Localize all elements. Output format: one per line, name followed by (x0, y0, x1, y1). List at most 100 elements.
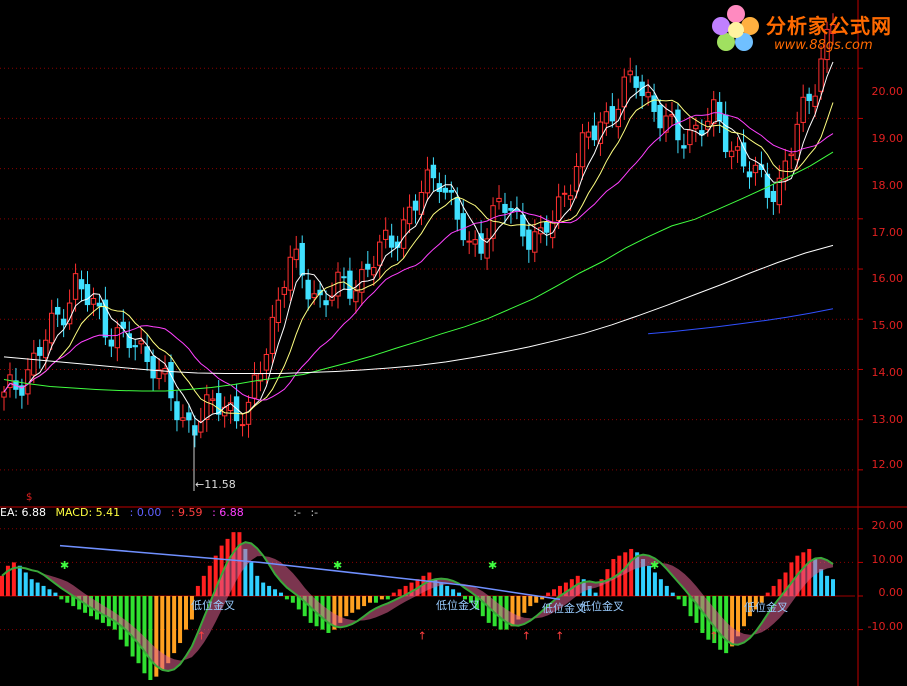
candle-body (442, 187, 449, 193)
macd-bar (765, 592, 770, 596)
candle-body (114, 327, 121, 349)
macd-bar (17, 565, 22, 596)
candle-body (573, 166, 580, 192)
macd-bar (261, 582, 266, 596)
macd-bar (676, 596, 681, 600)
candle-body (681, 145, 687, 149)
macd-bar (368, 596, 373, 603)
macd-bar (825, 575, 830, 596)
candle-body (430, 164, 437, 179)
candle-body (382, 229, 389, 240)
macd-tick: -10.00 (867, 620, 903, 633)
macd-bar (184, 596, 189, 630)
candle-body (448, 189, 455, 193)
candle-body (460, 213, 466, 241)
candle-body (174, 401, 180, 421)
candle-body (800, 96, 806, 123)
candle-body (687, 129, 693, 146)
macd-bar (831, 579, 835, 596)
candle-body (544, 221, 550, 233)
ea-value: EA: 6.88 (0, 506, 46, 519)
candle-body (1, 391, 7, 398)
candle-body (645, 91, 651, 98)
macd-bar (178, 596, 183, 644)
candle-body (633, 76, 639, 88)
candle-body (365, 263, 371, 270)
candle-body (43, 339, 49, 359)
macd-bar (65, 596, 70, 603)
signal-label: 低位金叉 (744, 601, 788, 614)
up-arrow-marker: ↑ (418, 630, 427, 643)
candle-body (144, 346, 150, 362)
candle-body (192, 425, 198, 436)
candle-body (794, 123, 800, 161)
macd-bar (457, 592, 462, 596)
macd-bar (0, 575, 4, 596)
candle-body (84, 284, 91, 306)
candle-body (66, 302, 73, 325)
candle-body (711, 99, 717, 125)
candle-body (722, 114, 729, 153)
macd-bar (356, 596, 361, 610)
candle-body (263, 353, 270, 371)
candle-body (603, 111, 610, 124)
macd-bar (397, 589, 402, 596)
candle-body (609, 106, 616, 122)
macd-bar (267, 585, 272, 596)
candle-body (466, 240, 472, 243)
up-arrow-marker: ↑ (522, 630, 531, 643)
candle-body (657, 104, 663, 129)
macd-bar (528, 596, 533, 607)
macd-bar (344, 596, 349, 617)
candle-body (54, 306, 61, 315)
macd-bar (273, 589, 278, 596)
macd-bar (736, 596, 741, 637)
candle-body (454, 197, 460, 220)
logo-url: www.88gs.com (774, 38, 873, 53)
indicator-v1: : 0.00 (129, 506, 162, 519)
price-tick: 13.00 (871, 413, 904, 426)
macd-bar (445, 585, 450, 596)
dollar-marker: $ (26, 492, 33, 503)
candle-body (138, 340, 144, 345)
logo-title: 分析家公式网 (766, 14, 892, 38)
candle-body (102, 299, 109, 338)
signal-label: 低位金叉 (191, 599, 235, 612)
candle-body (532, 231, 538, 253)
macd-bar (522, 596, 527, 613)
candle-body (520, 214, 526, 237)
macd-bar (391, 592, 396, 596)
candle-body (49, 312, 55, 344)
candle-body (388, 235, 395, 248)
macd-bar (59, 596, 64, 600)
candle-body (478, 233, 484, 254)
candle-body (597, 121, 604, 144)
macd-bar (249, 562, 254, 596)
candle-body (675, 109, 681, 141)
up-arrow-marker: ↑ (555, 630, 564, 643)
macd-bar (379, 596, 384, 600)
indicator-v2: : 9.59 (170, 506, 203, 519)
candle-body (734, 146, 741, 151)
macd-bar (172, 596, 177, 654)
candle-body (90, 298, 97, 305)
price-tick: 15.00 (871, 319, 904, 332)
candle-body (812, 95, 818, 107)
candle-body (269, 316, 276, 354)
macd-bar (290, 596, 295, 603)
candle-body (245, 401, 252, 425)
flower-icon (712, 5, 759, 51)
candle-body (72, 273, 79, 300)
macd-bar (664, 585, 669, 596)
candle-body (406, 206, 413, 225)
candle-body (78, 279, 85, 290)
ma120-line (3, 244, 834, 374)
candle-body (150, 356, 156, 379)
candle-body (299, 242, 305, 276)
up-arrow-marker: ↑ (709, 630, 718, 643)
candle-body (782, 160, 788, 181)
candle-body (526, 229, 532, 250)
macd-bar (546, 592, 551, 596)
candle-body (305, 279, 311, 300)
macd-bar (136, 596, 141, 664)
